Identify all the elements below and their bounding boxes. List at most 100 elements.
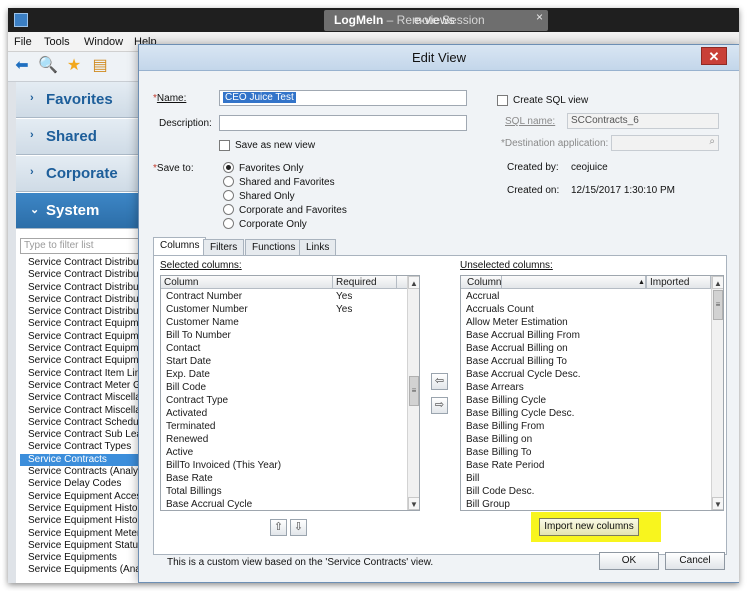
move-down-arrow-icon[interactable]: ⇩: [290, 519, 307, 536]
nav-list-item[interactable]: Service Contract Meter Groups: [20, 380, 142, 392]
move-left-arrow-icon[interactable]: ⇦: [431, 373, 448, 390]
nav-list-item[interactable]: Service Equipment History: [20, 515, 142, 527]
table-row[interactable]: Base Accrual Cycle: [161, 498, 407, 510]
header-required[interactable]: Required: [333, 276, 397, 289]
nav-list-item[interactable]: Service Equipment Meters: [20, 528, 142, 540]
radio-corporate-only[interactable]: [223, 218, 234, 229]
filter-list-input[interactable]: Type to filter list: [20, 238, 140, 254]
tab-links[interactable]: Links: [299, 239, 337, 255]
table-row[interactable]: Bill Code Desc.: [461, 485, 711, 498]
header-column[interactable]: Column: [161, 276, 333, 289]
table-row[interactable]: Bill To Number: [161, 329, 407, 342]
create-sql-view-checkbox[interactable]: [497, 95, 508, 106]
radio-shared-only[interactable]: [223, 190, 234, 201]
nav-list-item[interactable]: Service Contract Schedules: [20, 417, 142, 429]
nav-list-item[interactable]: Service Contracts (Analysis): [20, 466, 142, 478]
scroll-down-icon[interactable]: ▼: [408, 497, 419, 510]
table-row[interactable]: Active: [161, 446, 407, 459]
nav-list-item[interactable]: Service Equipments: [20, 552, 142, 564]
ok-button[interactable]: OK: [599, 552, 659, 570]
nav-list-item[interactable]: Service Equipments (Analysis): [20, 564, 142, 576]
scroll-up-icon[interactable]: ▲: [712, 276, 723, 289]
menu-tools[interactable]: Tools: [44, 36, 70, 48]
favorite-star-icon[interactable]: ★: [64, 56, 84, 76]
nav-list-item[interactable]: Service Contract Equipment: [20, 318, 142, 330]
table-row[interactable]: Start Date: [161, 355, 407, 368]
table-row[interactable]: Terminated: [161, 420, 407, 433]
table-row[interactable]: Base Rate: [161, 472, 407, 485]
table-row[interactable]: Base Accrual Billing To: [461, 355, 711, 368]
table-row[interactable]: Base Billing on: [461, 433, 711, 446]
table-row[interactable]: Allow Meter Estimation: [461, 316, 711, 329]
table-row[interactable]: Activated: [161, 407, 407, 420]
table-row[interactable]: Base Billing Cycle: [461, 394, 711, 407]
table-row[interactable]: Bill Group: [461, 498, 711, 510]
table-row[interactable]: Renewed: [161, 433, 407, 446]
table-row[interactable]: Contact: [161, 342, 407, 355]
export-icon[interactable]: ▤: [90, 56, 110, 76]
back-arrow-icon[interactable]: ⬅: [12, 56, 32, 76]
header-column[interactable]: Column ▲: [461, 276, 647, 289]
logmein-close-icon[interactable]: ×: [536, 10, 543, 24]
radio-corporate-and-favorites[interactable]: [223, 204, 234, 215]
nav-list-item[interactable]: Service Equipment History: [20, 503, 142, 515]
sql-name-input[interactable]: SCContracts_6: [567, 113, 719, 129]
nav-list-item[interactable]: Service Delay Codes: [20, 478, 142, 490]
menu-window[interactable]: Window: [84, 36, 123, 48]
nav-list-item[interactable]: Service Equipment Status: [20, 540, 142, 552]
table-row[interactable]: Contract Number Yes: [161, 290, 407, 303]
nav-list-item[interactable]: Service Contract Distribution: [20, 282, 142, 294]
unselected-grid-scrollbar[interactable]: ▲ ≡ ▼: [711, 276, 723, 510]
table-row[interactable]: Accruals Count: [461, 303, 711, 316]
scroll-up-icon[interactable]: ▲: [408, 276, 419, 289]
nav-list-item[interactable]: Service Contract Distribution: [20, 306, 142, 318]
radio-favorites-only[interactable]: [223, 162, 234, 173]
selected-grid-scrollbar[interactable]: ▲ ≡ ▼: [407, 276, 419, 510]
table-row[interactable]: Customer Number Yes: [161, 303, 407, 316]
scroll-thumb[interactable]: ≡: [409, 376, 419, 406]
table-row[interactable]: Total Billings: [161, 485, 407, 498]
cancel-button[interactable]: Cancel: [665, 552, 725, 570]
search-icon[interactable]: ⌕: [709, 136, 715, 147]
nav-list-item[interactable]: Service Contract Types: [20, 441, 142, 453]
menu-file[interactable]: File: [14, 36, 32, 48]
nav-list-item[interactable]: Service Contract Distribution: [20, 269, 142, 281]
nav-list-item[interactable]: Service Contract Distribution: [20, 257, 142, 269]
table-row[interactable]: Base Rate Period: [461, 459, 711, 472]
scroll-down-icon[interactable]: ▼: [712, 497, 723, 510]
table-row[interactable]: Base Accrual Billing on: [461, 342, 711, 355]
scroll-thumb[interactable]: ≡: [713, 290, 723, 320]
table-row[interactable]: Exp. Date: [161, 368, 407, 381]
nav-list-item[interactable]: Service Contract Sub Leases: [20, 429, 142, 441]
table-row[interactable]: Base Billing From: [461, 420, 711, 433]
table-row[interactable]: BillTo Invoiced (This Year): [161, 459, 407, 472]
nav-list-item[interactable]: Service Contract Item Lines: [20, 368, 142, 380]
nav-list-item[interactable]: Service Contract Equipment: [20, 343, 142, 355]
table-row[interactable]: Contract Type: [161, 394, 407, 407]
close-icon[interactable]: ✕: [701, 47, 727, 65]
table-row[interactable]: Bill Code: [161, 381, 407, 394]
table-row[interactable]: Base Accrual Billing From: [461, 329, 711, 342]
move-up-arrow-icon[interactable]: ⇧: [270, 519, 287, 536]
nav-list-item[interactable]: Service Contract Miscellaneous: [20, 392, 142, 404]
save-as-new-checkbox[interactable]: [219, 140, 230, 151]
move-right-arrow-icon[interactable]: ⇨: [431, 397, 448, 414]
nav-list-item[interactable]: Service Contracts: [20, 453, 142, 467]
nav-list-item[interactable]: Service Contract Equipment: [20, 355, 142, 367]
nav-section-system[interactable]: ⌄ System: [16, 193, 142, 229]
table-row[interactable]: Customer Name: [161, 316, 407, 329]
tab-columns[interactable]: Columns: [153, 237, 207, 255]
nav-section-corporate[interactable]: › Corporate: [16, 156, 142, 192]
header-imported[interactable]: Imported: [647, 276, 711, 289]
nav-list-item[interactable]: Service Contract Miscellaneous: [20, 405, 142, 417]
radio-shared-and-favorites[interactable]: [223, 176, 234, 187]
nav-list-item[interactable]: Service Equipment Accessories: [20, 491, 142, 503]
nav-section-favorites[interactable]: › Favorites: [16, 82, 142, 118]
table-row[interactable]: Base Arrears: [461, 381, 711, 394]
destination-application-input[interactable]: ⌕: [611, 135, 719, 151]
table-row[interactable]: Base Billing Cycle Desc.: [461, 407, 711, 420]
table-row[interactable]: Bill: [461, 472, 711, 485]
nav-list-item[interactable]: Service Contract Distribution: [20, 294, 142, 306]
import-new-columns-button[interactable]: Import new columns: [539, 518, 639, 536]
tab-filters[interactable]: Filters: [203, 239, 245, 255]
